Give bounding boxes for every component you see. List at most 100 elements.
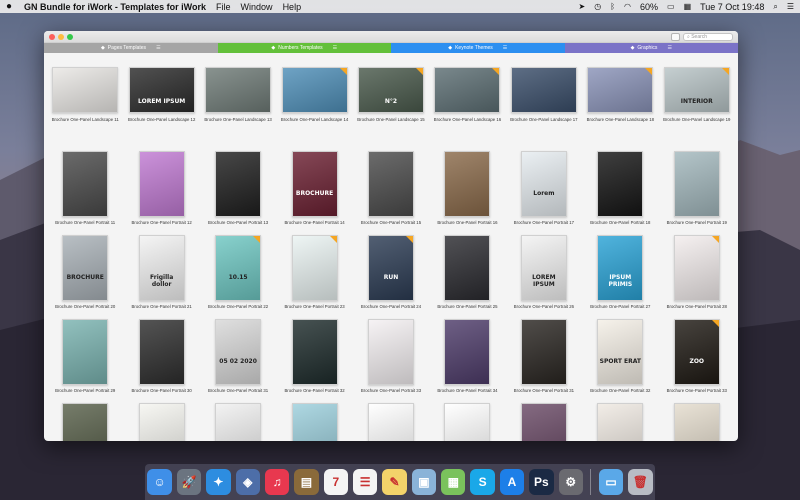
template-item[interactable]: Brochure One-Panel Portrait 34 bbox=[432, 319, 502, 403]
template-item[interactable]: Brochure One-Panel Landscape 11 bbox=[50, 67, 120, 151]
template-item[interactable]: BROCHURE Brochure One-Panel Portrait 20 bbox=[50, 235, 120, 319]
template-item[interactable]: Brochure One-Panel Portrait 16 bbox=[432, 151, 502, 235]
template-thumbnail[interactable] bbox=[673, 235, 720, 301]
template-thumbnail[interactable]: YES bbox=[444, 403, 491, 441]
location-icon[interactable]: ➤ bbox=[579, 2, 586, 11]
template-item[interactable]: 05 02 2020 Brochure One-Panel Portrait 31 bbox=[203, 319, 273, 403]
template-thumbnail[interactable] bbox=[281, 67, 348, 113]
template-item[interactable]: N°2 Brochure One-Panel Landscape 15 bbox=[356, 67, 426, 151]
template-item[interactable]: Brochure One-Panel Portrait 30 bbox=[126, 319, 196, 403]
template-item[interactable]: Brochure One-Panel Landscape 18 bbox=[585, 67, 655, 151]
preview-icon[interactable]: ▣ bbox=[411, 469, 437, 495]
template-item[interactable]: GARDENING bbox=[126, 403, 196, 441]
template-item[interactable] bbox=[509, 403, 579, 441]
template-thumbnail[interactable] bbox=[434, 67, 501, 113]
template-thumbnail[interactable] bbox=[138, 151, 185, 217]
battery-icon[interactable]: ▭ bbox=[667, 2, 675, 11]
template-thumbnail[interactable] bbox=[597, 151, 644, 217]
minimize-window-button[interactable] bbox=[58, 33, 64, 40]
template-thumbnail[interactable] bbox=[52, 67, 119, 113]
template-thumbnail[interactable] bbox=[291, 319, 338, 385]
template-thumbnail[interactable]: LOREM IPSUM bbox=[520, 235, 567, 301]
template-thumbnail[interactable] bbox=[520, 403, 567, 441]
wifi-icon[interactable]: ◠ bbox=[624, 2, 631, 11]
template-thumbnail[interactable]: BROCHURE bbox=[62, 235, 109, 301]
template-item[interactable]: Brochure One-Panel Portrait 11 bbox=[50, 151, 120, 235]
template-thumbnail[interactable] bbox=[587, 67, 654, 113]
template-thumbnail[interactable]: Lorem bbox=[520, 151, 567, 217]
template-thumbnail[interactable] bbox=[205, 67, 272, 113]
template-thumbnail[interactable] bbox=[367, 151, 414, 217]
template-item[interactable]: BROCHURE Brochure One-Panel Portrait 14 bbox=[279, 151, 349, 235]
template-item[interactable]: Brochure One-Panel Landscape 13 bbox=[203, 67, 273, 151]
template-item[interactable]: RUN Brochure One-Panel Portrait 24 bbox=[356, 235, 426, 319]
template-thumbnail[interactable]: 05 02 2020 bbox=[215, 319, 262, 385]
template-item[interactable]: Brochure One-Panel Portrait 25 bbox=[432, 235, 502, 319]
search-input[interactable]: ⌕ Search bbox=[683, 32, 733, 41]
hamburger-icon[interactable]: ☰ bbox=[667, 45, 671, 51]
spotlight-icon[interactable]: ⌕ bbox=[773, 2, 777, 12]
template-item[interactable]: Brochure One-Panel Landscape 14 bbox=[279, 67, 349, 151]
template-item[interactable] bbox=[585, 403, 655, 441]
template-item[interactable]: LOREM IPSUM Brochure One-Panel Landscape … bbox=[126, 67, 196, 151]
clock[interactable]: Tue 7 Oct 19:48 bbox=[700, 2, 764, 12]
template-thumbnail[interactable] bbox=[62, 151, 109, 217]
template-thumbnail[interactable] bbox=[444, 319, 491, 385]
finder-icon[interactable]: ☺ bbox=[147, 469, 172, 495]
template-item[interactable]: Lorem Brochure One-Panel Portrait 17 bbox=[509, 151, 579, 235]
template-item[interactable]: Brochure One-Panel Portrait 13 bbox=[203, 151, 273, 235]
template-thumbnail[interactable]: RUN bbox=[367, 235, 414, 301]
template-thumbnail[interactable] bbox=[291, 403, 338, 441]
template-item[interactable]: Frigilla dollor Brochure One-Panel Portra… bbox=[126, 235, 196, 319]
time-machine-icon[interactable]: ◷ bbox=[594, 2, 601, 11]
template-item[interactable]: Brochure One-Panel Portrait 33 bbox=[356, 319, 426, 403]
template-thumbnail[interactable]: IPSUM PRIMIS bbox=[597, 235, 644, 301]
photoshop-icon[interactable]: Ps bbox=[529, 469, 554, 495]
zoom-window-button[interactable] bbox=[67, 33, 73, 40]
menu-help[interactable]: Help bbox=[283, 2, 302, 12]
music-icon[interactable]: ♫ bbox=[264, 469, 290, 495]
downloads-folder-icon[interactable]: ▭ bbox=[598, 469, 624, 495]
template-thumbnail[interactable] bbox=[673, 151, 720, 217]
template-thumbnail[interactable] bbox=[291, 235, 338, 301]
template-thumbnail[interactable]: SPORT ERAT bbox=[597, 319, 644, 385]
template-item[interactable]: 10.15 Brochure One-Panel Portrait 22 bbox=[203, 235, 273, 319]
template-item[interactable]: Brochure One-Panel Portrait 32 bbox=[279, 319, 349, 403]
template-item[interactable]: Brochure One-Panel Portrait 18 bbox=[585, 151, 655, 235]
tab-keynote-themes[interactable]: ◆ Keynote Themes ☰ bbox=[391, 43, 565, 53]
notes-icon[interactable]: ✎ bbox=[382, 469, 407, 495]
template-thumbnail[interactable]: BROCHURE bbox=[291, 151, 338, 217]
gn-bundle-icon[interactable]: ▦ bbox=[441, 469, 466, 495]
launchpad-icon[interactable]: 🚀 bbox=[176, 469, 202, 495]
skype-icon[interactable]: S bbox=[470, 469, 495, 495]
template-thumbnail[interactable] bbox=[510, 67, 577, 113]
template-item[interactable]: Brochure One-Panel Portrait 28 bbox=[662, 235, 732, 319]
hamburger-icon[interactable]: ☰ bbox=[333, 45, 337, 51]
template-thumbnail[interactable]: INTERIOR bbox=[663, 67, 730, 113]
template-thumbnail[interactable] bbox=[597, 403, 644, 441]
menu-file[interactable]: File bbox=[216, 2, 231, 12]
template-item[interactable]: Brochure One-Panel Landscape 17 bbox=[509, 67, 579, 151]
template-thumbnail[interactable] bbox=[444, 151, 491, 217]
calendar-icon[interactable]: 7 bbox=[323, 469, 348, 495]
template-item[interactable]: Brochure One-Panel Portrait 12 bbox=[126, 151, 196, 235]
tab-numbers-templates[interactable]: ◆ Numbers Templates ☰ bbox=[217, 43, 391, 53]
bluetooth-icon[interactable]: ᛒ bbox=[610, 2, 615, 11]
system-preferences-icon[interactable]: ⚙ bbox=[558, 469, 583, 495]
sidebar-toggle-button[interactable] bbox=[671, 32, 680, 41]
template-item[interactable]: SPORT ERAT Brochure One-Panel Portrait 32 bbox=[585, 319, 655, 403]
template-item[interactable]: Brochure One-Panel Portrait 31 bbox=[509, 319, 579, 403]
trash-icon[interactable]: 🗑 bbox=[628, 469, 653, 495]
flag-icon[interactable]: ▦ bbox=[684, 2, 692, 11]
template-item[interactable]: basic cover bbox=[203, 403, 273, 441]
menu-window[interactable]: Window bbox=[241, 2, 273, 12]
close-window-button[interactable] bbox=[49, 33, 55, 40]
template-thumbnail[interactable] bbox=[62, 403, 109, 441]
template-thumbnail[interactable]: GARDENING bbox=[138, 403, 185, 441]
template-thumbnail[interactable] bbox=[62, 319, 109, 385]
tab-graphics[interactable]: ◆ Graphics ☰ bbox=[564, 43, 738, 53]
template-thumbnail[interactable]: LOREM IPSUM bbox=[128, 67, 195, 113]
template-item[interactable]: Maecena bbox=[662, 403, 732, 441]
template-item[interactable]: ZOO Brochure One-Panel Portrait 33 bbox=[662, 319, 732, 403]
template-thumbnail[interactable]: 10.15 bbox=[215, 235, 262, 301]
